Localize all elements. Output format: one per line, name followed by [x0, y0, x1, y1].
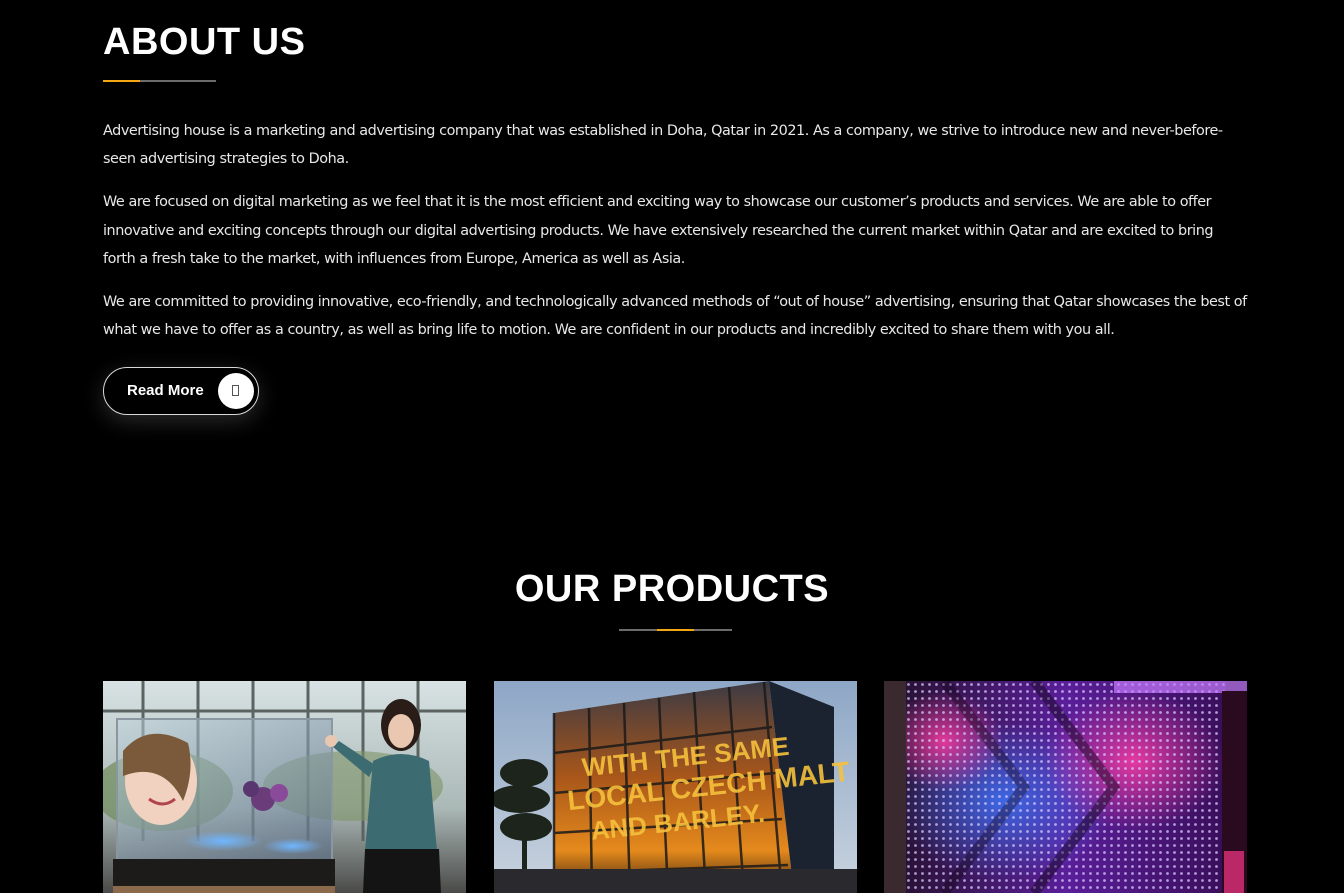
about-title-underline-accent: [103, 80, 140, 82]
product-image-transparent-display: [103, 681, 466, 893]
products-title-underline: [619, 629, 732, 631]
arrow-icon: [218, 373, 254, 409]
about-title-underline: [103, 80, 216, 82]
product-card-led-facade[interactable]: WITH THE SAME LOCAL CZECH MALT AND BARLE…: [494, 681, 857, 893]
read-more-button[interactable]: Read More: [103, 367, 259, 415]
about-paragraph-1: Advertising house is a marketing and adv…: [103, 123, 1223, 168]
read-more-label: Read More: [127, 382, 204, 399]
product-card-led-wall[interactable]: [884, 681, 1247, 893]
arrow-icon-glyph: [232, 385, 239, 396]
products-title: OUR PRODUCTS: [514, 568, 830, 610]
product-image-led-facade: WITH THE SAME LOCAL CZECH MALT AND BARLE…: [494, 681, 857, 893]
about-paragraph-2: We are focused on digital marketing as w…: [103, 194, 1214, 267]
product-image-led-wall: [884, 681, 1247, 893]
about-text: Advertising house is a marketing and adv…: [103, 117, 1248, 359]
about-title: ABOUT US: [103, 21, 306, 63]
product-card-transparent-display[interactable]: [103, 681, 466, 893]
products-title-underline-accent: [657, 629, 694, 631]
about-paragraph-3: We are committed to providing innovative…: [103, 294, 1247, 339]
